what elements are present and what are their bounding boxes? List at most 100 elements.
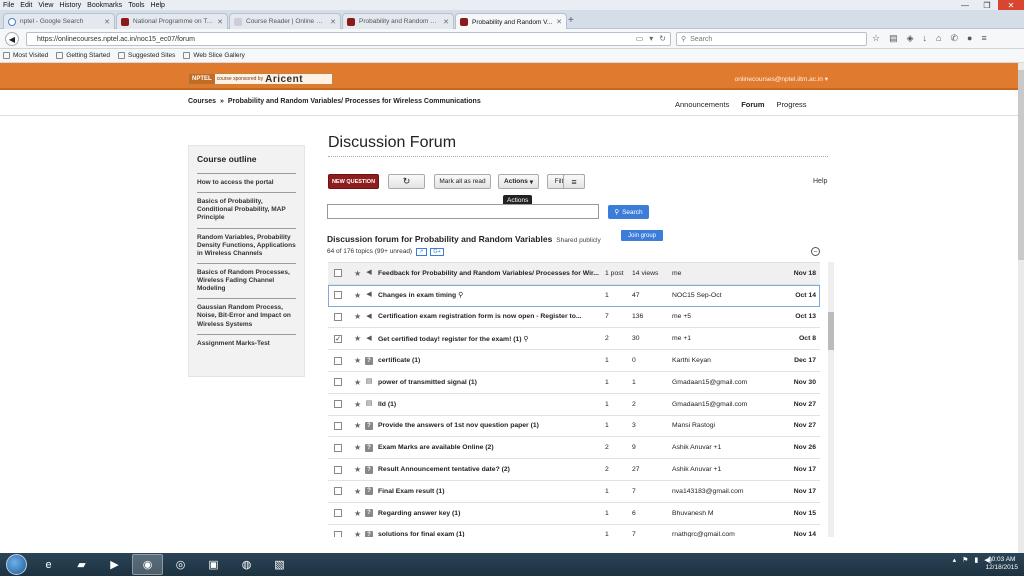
topic-row[interactable]: ★? Result Announcement tentative date? (2… [328, 459, 820, 481]
menu-file[interactable]: File [3, 2, 14, 9]
topic-list-scrollbar-thumb[interactable] [828, 312, 834, 350]
sidebar-item[interactable]: Random Variables, Probability Density Fu… [197, 227, 296, 263]
network-icon[interactable]: ▮ [974, 556, 978, 564]
close-tab-icon[interactable]: ✕ [217, 18, 223, 26]
back-icon[interactable]: ◀ [5, 32, 19, 46]
folder-icon[interactable]: ▣ [198, 554, 229, 575]
sidebar-item[interactable]: Assignment Marks-Test [197, 333, 296, 353]
topic-subject[interactable]: power of transmitted signal (1) [378, 379, 603, 386]
mark-all-read-button[interactable]: Mark all as read [434, 174, 491, 189]
bookmarks-menu-icon[interactable]: ▤ [889, 33, 898, 44]
select-checkbox[interactable] [334, 291, 342, 300]
close-tab-icon[interactable]: ✕ [104, 18, 110, 26]
topic-row[interactable]: ★ ◀ Feedback for Probability and Random Va… [328, 263, 820, 285]
browser-tab[interactable]: National Programme on Te... ✕ [116, 13, 228, 29]
sidebar-item[interactable]: Basics of Random Processes, Wireless Fad… [197, 262, 296, 298]
tab-forum[interactable]: Forum [741, 100, 764, 109]
collapse-icon[interactable]: – [811, 247, 820, 256]
minimize-icon[interactable]: — [954, 0, 976, 10]
star-icon[interactable]: ★ [354, 334, 361, 343]
media-player-icon[interactable]: ▶ [99, 554, 130, 575]
hamburger-menu-icon[interactable]: ≡ [981, 33, 986, 44]
more-options-button[interactable]: ≡ [563, 174, 585, 189]
topic-subject[interactable]: Certification exam registration form is … [378, 313, 603, 320]
close-tab-icon[interactable]: ✕ [330, 18, 336, 26]
topic-subject[interactable]: Regarding answer key (1) [378, 510, 603, 517]
select-checkbox[interactable] [334, 465, 342, 474]
topic-row[interactable]: ★? solutions for final exam (1) 1 7 rnathgrc… [328, 525, 820, 537]
ie-icon[interactable]: e [33, 554, 64, 575]
breadcrumb-courses[interactable]: Courses [188, 98, 216, 105]
download-icon[interactable]: ↓ [923, 33, 928, 44]
home-icon[interactable]: ⌂ [936, 33, 941, 44]
topic-subject[interactable]: Feedback for Probability and Random Vari… [378, 270, 603, 277]
bookmark-item[interactable]: Getting Started [56, 52, 110, 59]
start-button[interactable] [6, 554, 27, 575]
menu-help[interactable]: Help [151, 2, 165, 9]
reload-icon[interactable]: ↻ [659, 34, 666, 43]
firefox-icon[interactable]: ◉ [132, 554, 163, 575]
star-icon[interactable]: ★ [354, 378, 361, 387]
topic-subject[interactable]: Changes in exam timing ⚲ [378, 291, 603, 299]
menu-tools[interactable]: Tools [128, 2, 144, 9]
star-icon[interactable]: ★ [354, 312, 361, 321]
browser-tab[interactable]: Course Reader | Online Course ✕ [229, 13, 341, 29]
star-icon[interactable]: ★ [354, 269, 361, 278]
topic-row[interactable]: ★ ▤ power of transmitted signal (1) 1 1 Gmada… [328, 372, 820, 394]
join-group-button[interactable]: Join group [621, 230, 663, 241]
menu-edit[interactable]: Edit [20, 2, 32, 9]
star-icon[interactable]: ★ [354, 530, 361, 537]
recorder-icon[interactable]: ◍ [231, 554, 262, 575]
topic-row[interactable]: ★? certificate (1) 1 0 Karthi Keyan Dec 17 [328, 350, 820, 372]
search-button[interactable]: ⚲ Search [608, 205, 649, 219]
new-window-icon[interactable]: ↗ [415, 248, 427, 256]
menu-view[interactable]: View [38, 2, 53, 9]
bookmark-item[interactable]: Web Slice Gallery [183, 52, 245, 59]
select-checkbox[interactable] [334, 421, 342, 430]
bookmark-star-icon[interactable]: ☆ [872, 33, 880, 44]
select-checkbox[interactable] [334, 509, 342, 518]
select-checkbox[interactable] [334, 443, 342, 452]
help-link[interactable]: Help [813, 178, 827, 185]
forum-search-input[interactable] [327, 204, 599, 219]
topic-row[interactable]: ★? Provide the answers of 1st nov questio… [328, 416, 820, 438]
user-menu[interactable]: onlinecourses@nptel.iitm.ac.in ▾ [735, 75, 828, 83]
topic-subject[interactable]: Get certified today! register for the ex… [378, 335, 603, 343]
topic-subject[interactable]: solutions for final exam (1) [378, 531, 603, 537]
select-checkbox[interactable] [334, 356, 342, 365]
sidebar-item[interactable]: Basics of Probability, Conditional Proba… [197, 192, 296, 227]
clock[interactable]: 10:03 AM 12/18/2015 [985, 556, 1018, 572]
flag-icon[interactable]: ⚑ [962, 556, 968, 564]
topic-row[interactable]: ✓ ★ ◀ Get certified today! register for the… [328, 328, 820, 351]
menu-bookmarks[interactable]: Bookmarks [87, 2, 122, 9]
star-icon[interactable]: ★ [354, 443, 361, 452]
select-checkbox[interactable] [334, 400, 342, 409]
select-checkbox[interactable] [334, 312, 342, 321]
select-checkbox[interactable] [334, 530, 342, 537]
topic-subject[interactable]: certificate (1) [378, 357, 603, 364]
select-checkbox[interactable]: ✓ [334, 334, 342, 343]
topic-subject[interactable]: Exam Marks are available Online (2) [378, 444, 603, 451]
pocket-icon[interactable]: ◈ [907, 33, 914, 44]
tab-announcements[interactable]: Announcements [675, 100, 729, 109]
tab-progress[interactable]: Progress [777, 100, 807, 109]
select-checkbox[interactable] [334, 269, 342, 278]
topic-row[interactable]: ★? Final Exam result (1) 1 7 nva143183@gmail… [328, 481, 820, 503]
actions-dropdown[interactable]: Actions ▾ [498, 174, 539, 189]
new-question-button[interactable]: NEW QUESTION [328, 174, 379, 189]
addon-icon[interactable]: ● [967, 33, 972, 44]
star-icon[interactable]: ★ [354, 356, 361, 365]
browser-tab[interactable]: nptel - Google Search ✕ [3, 13, 115, 29]
select-checkbox[interactable] [334, 378, 342, 387]
breadcrumb-course[interactable]: Probability and Random Variables/ Proces… [228, 98, 481, 105]
close-tab-icon[interactable]: ✕ [443, 18, 449, 26]
close-window-icon[interactable]: ✕ [998, 0, 1024, 10]
topic-row[interactable]: ★? Exam Marks are available Online (2) 2 9 A… [328, 437, 820, 460]
bookmark-item[interactable]: Suggested Sites [118, 52, 175, 59]
sidebar-item[interactable]: How to access the portal [197, 173, 296, 192]
star-icon[interactable]: ★ [354, 400, 361, 409]
close-tab-icon[interactable]: ✕ [556, 18, 562, 26]
chrome-icon[interactable]: ◎ [165, 554, 196, 575]
star-icon[interactable]: ★ [354, 509, 361, 518]
reader-icon[interactable]: ▭ [636, 34, 644, 43]
